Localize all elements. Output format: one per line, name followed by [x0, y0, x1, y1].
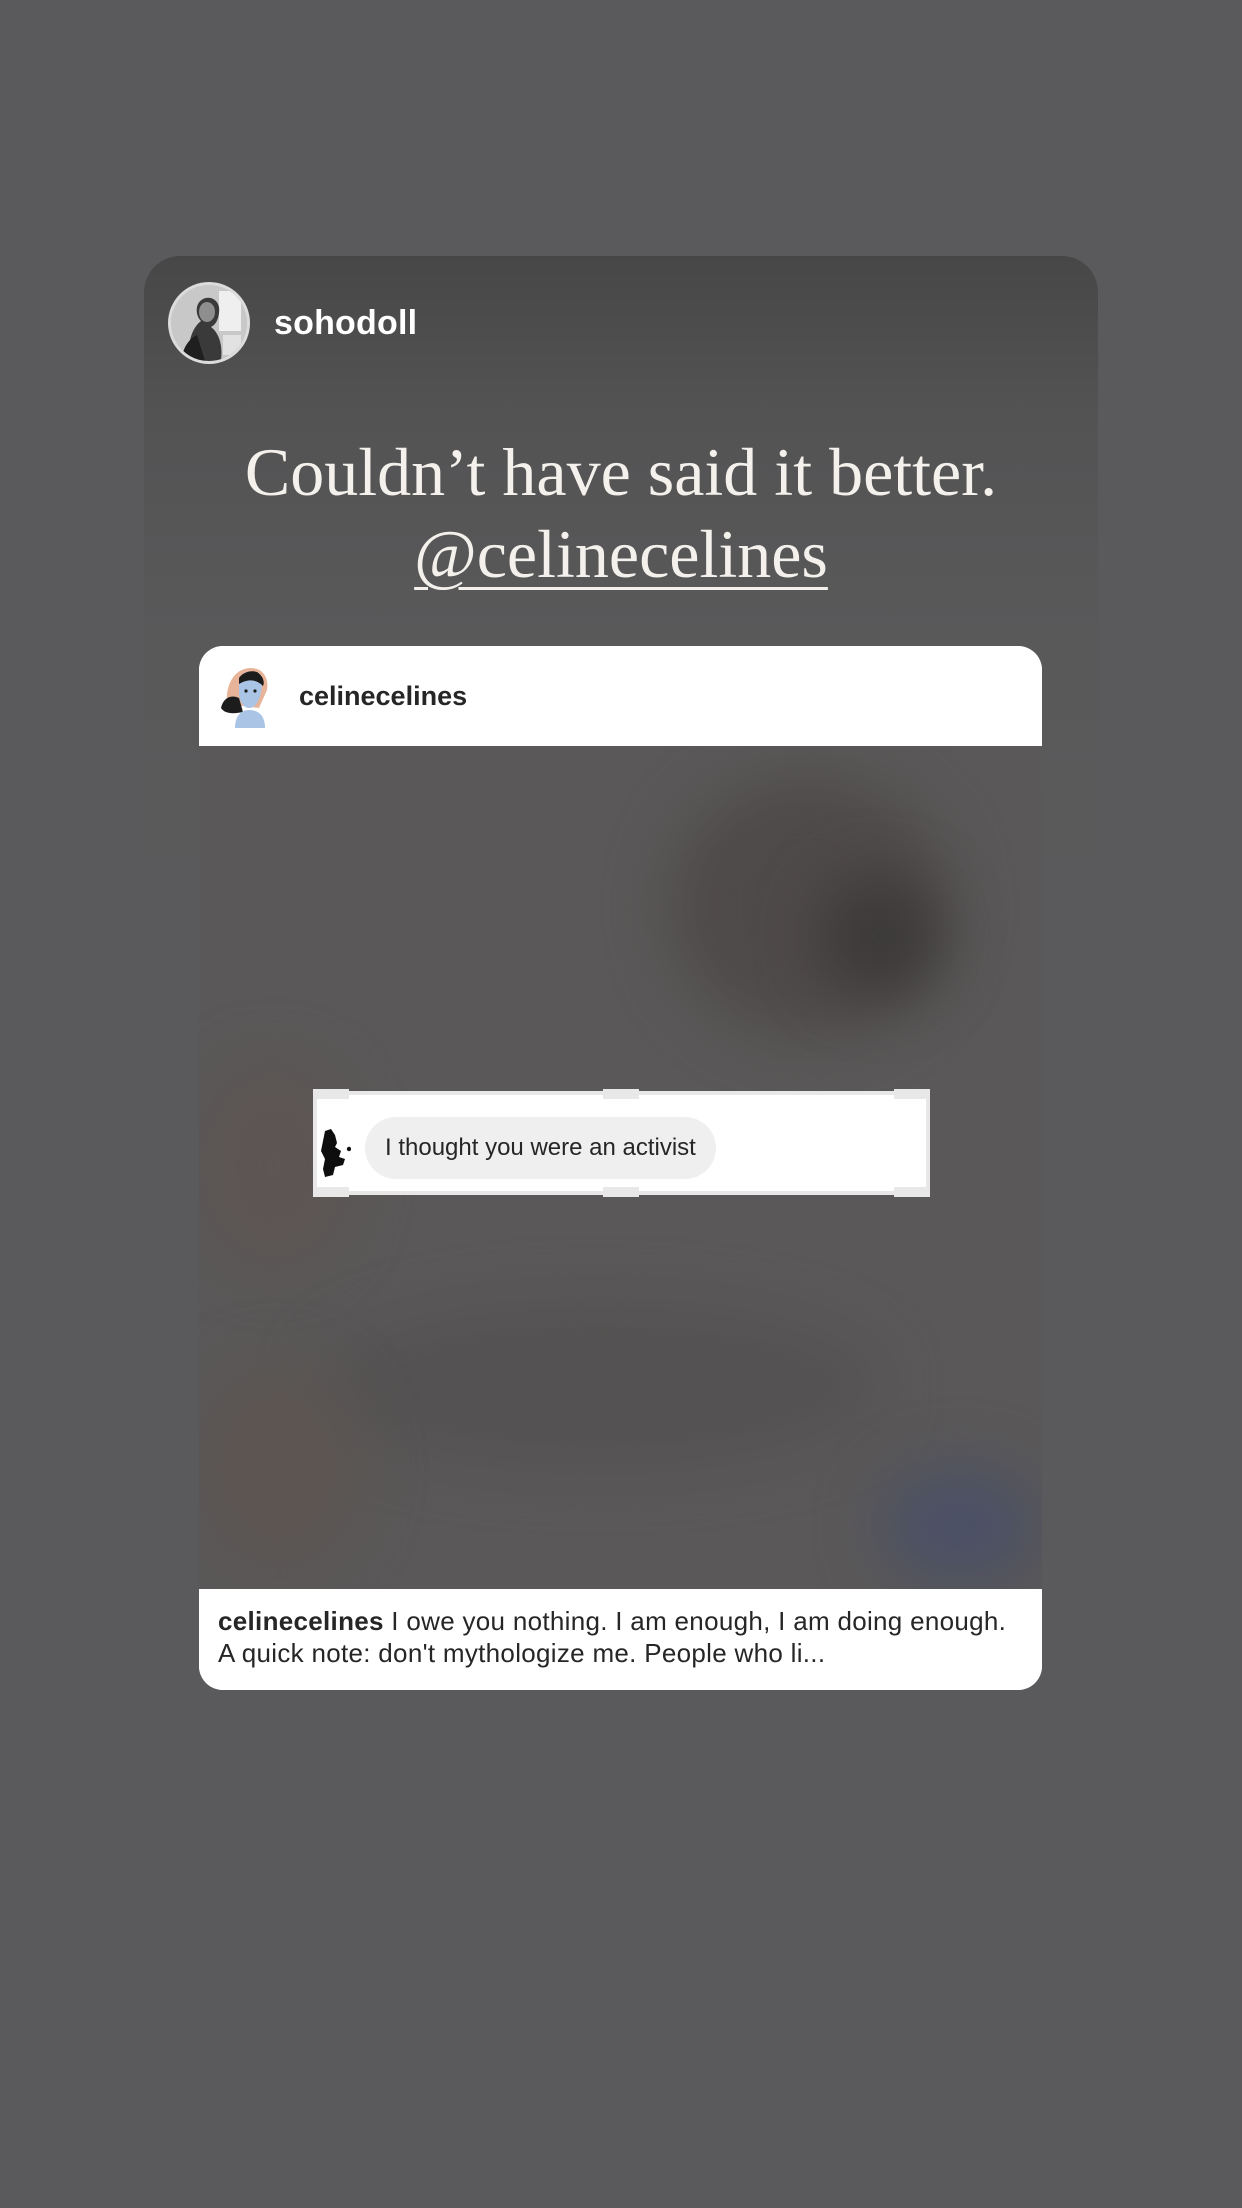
caption-line: Couldn’t have said it better. [244, 434, 998, 510]
crop-handle[interactable] [603, 1089, 639, 1099]
story-username[interactable]: sohodoll [274, 304, 417, 343]
post-avatar-icon[interactable] [219, 664, 277, 728]
crop-handle[interactable] [894, 1089, 930, 1099]
caption-username[interactable]: celinecelines [218, 1606, 384, 1636]
story-caption: Couldn’t have said it better. @celinecel… [144, 431, 1098, 595]
blurred-background [879, 1466, 1039, 1586]
post-media[interactable]: I thought you were an activist [199, 746, 1042, 1589]
post-caption: celinecelines I owe you nothing. I am en… [199, 1589, 1042, 1690]
dm-message-bubble: I thought you were an activist [365, 1117, 716, 1179]
story-card[interactable]: sohodoll Couldn’t have said it better. @… [144, 256, 1098, 1756]
crop-handle[interactable] [313, 1187, 349, 1197]
crop-handle[interactable] [603, 1187, 639, 1197]
blurred-background [819, 876, 939, 996]
post-username[interactable]: celinecelines [299, 681, 467, 712]
avatar-photo-icon [171, 285, 247, 361]
crop-handle[interactable] [894, 1187, 930, 1197]
blurred-background [319, 1306, 879, 1466]
redacted-avatar-icon [321, 1129, 352, 1177]
mention-link[interactable]: @celinecelines [414, 513, 828, 595]
blurred-background [199, 1366, 359, 1566]
crop-handle[interactable] [313, 1089, 349, 1099]
dm-screenshot-strip: I thought you were an activist [313, 1089, 930, 1197]
story-avatar[interactable] [168, 282, 250, 364]
post-header: celinecelines [199, 646, 1042, 746]
story-header: sohodoll [168, 280, 417, 366]
shared-post-card[interactable]: celinecelines I thought you were an acti… [199, 646, 1042, 1690]
